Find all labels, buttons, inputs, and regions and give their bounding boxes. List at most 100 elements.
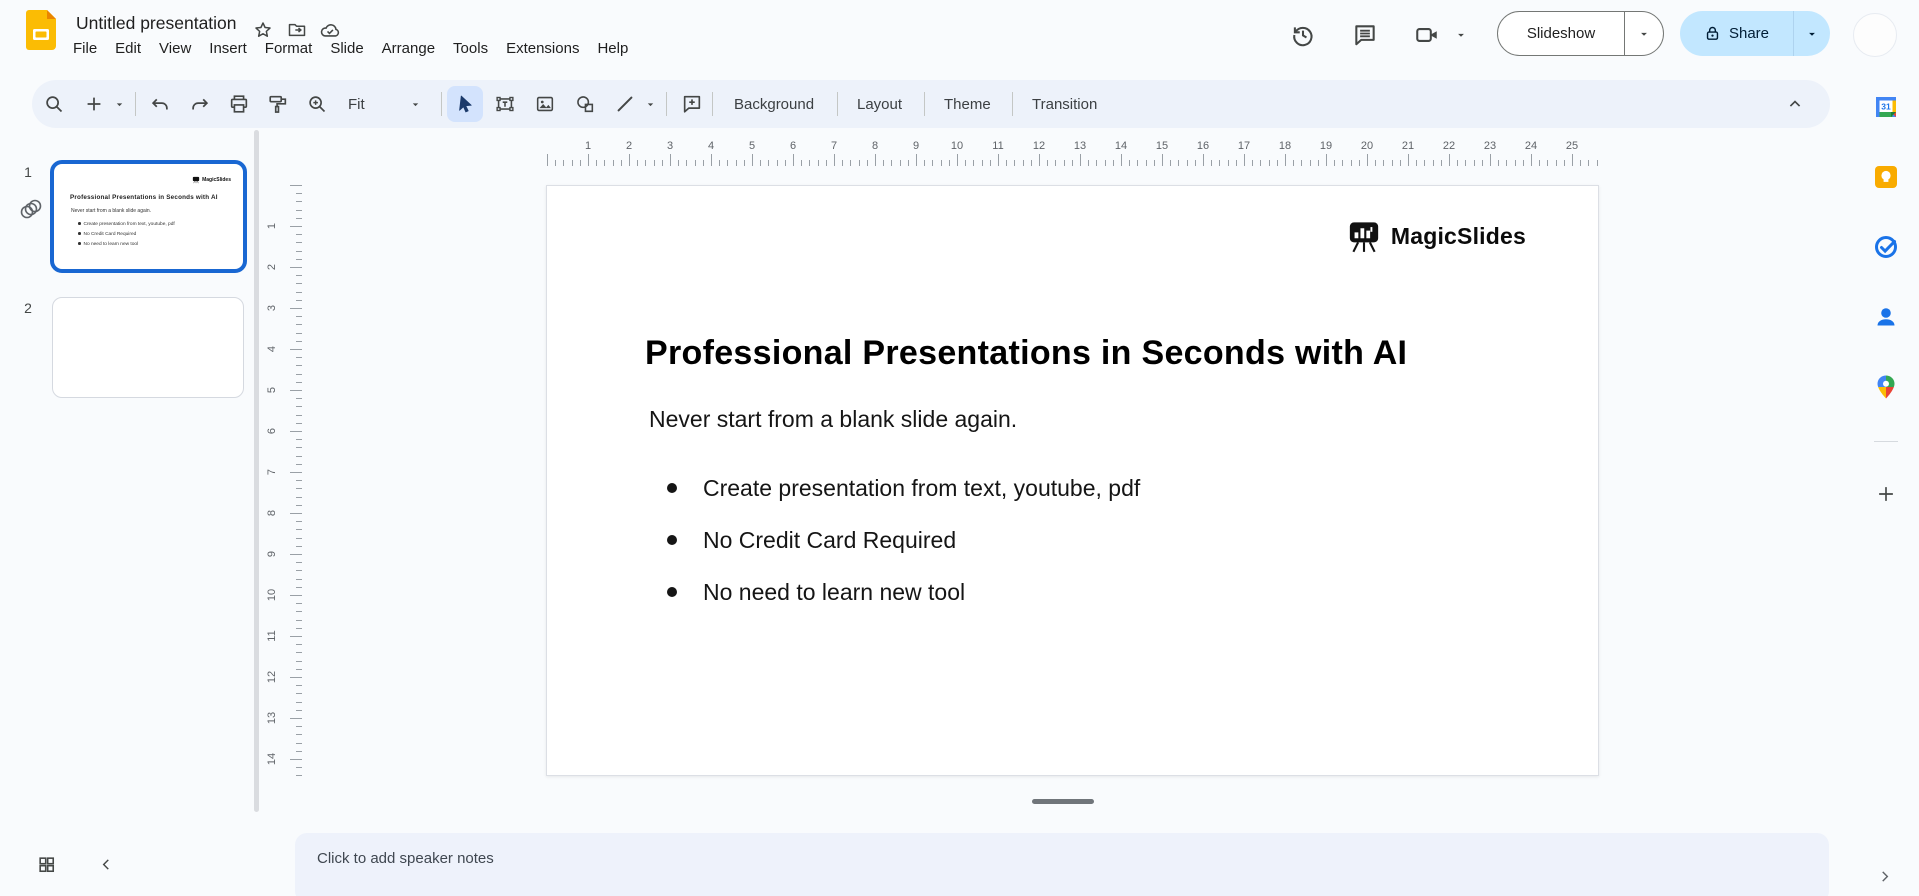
grid-view-icon[interactable] bbox=[28, 846, 64, 882]
paint-format-icon[interactable] bbox=[260, 86, 296, 122]
search-menus-icon[interactable] bbox=[36, 86, 72, 122]
maps-icon[interactable] bbox=[1873, 374, 1899, 400]
h-ruler-tick bbox=[1228, 160, 1229, 166]
slide-subtitle[interactable]: Never start from a blank slide again. bbox=[649, 406, 1017, 433]
slide-canvas[interactable]: MagicSlides Professional Presentations i… bbox=[546, 185, 1599, 776]
insert-comment-button[interactable] bbox=[674, 86, 710, 122]
h-ruler-tick bbox=[998, 154, 999, 166]
share-button[interactable]: Share bbox=[1680, 11, 1793, 56]
v-ruler-tick bbox=[296, 365, 302, 366]
keep-icon[interactable] bbox=[1873, 164, 1899, 190]
v-ruler-tick bbox=[296, 333, 302, 334]
slide-thumbnail-2[interactable] bbox=[52, 297, 244, 398]
menu-item-slide[interactable]: Slide bbox=[321, 36, 372, 61]
h-ruler-tick bbox=[932, 160, 933, 166]
v-ruler-tick bbox=[296, 374, 302, 375]
theme-button[interactable]: Theme bbox=[932, 86, 1003, 122]
h-ruler-number: 16 bbox=[1193, 140, 1213, 152]
speaker-notes-area[interactable]: Click to add speaker notes bbox=[295, 833, 1829, 896]
slideshow-button[interactable]: Slideshow bbox=[1498, 12, 1624, 55]
h-ruler-tick bbox=[637, 160, 638, 166]
version-history-icon[interactable] bbox=[1283, 15, 1323, 55]
menu-item-file[interactable]: File bbox=[64, 36, 106, 61]
bullet-item[interactable]: No need to learn new tool bbox=[667, 566, 1140, 618]
print-button[interactable] bbox=[221, 86, 257, 122]
h-ruler-tick bbox=[1506, 160, 1507, 166]
text-box-tool-icon[interactable] bbox=[487, 86, 523, 122]
menu-item-arrange[interactable]: Arrange bbox=[373, 36, 444, 61]
tasks-icon[interactable] bbox=[1873, 234, 1899, 260]
v-ruler-tick bbox=[290, 636, 302, 637]
thumb-bullet-item: No need to learn new tool bbox=[78, 240, 175, 250]
menu-item-insert[interactable]: Insert bbox=[200, 36, 256, 61]
bullet-item[interactable]: Create presentation from text, youtube, … bbox=[667, 462, 1140, 514]
layout-button[interactable]: Layout bbox=[845, 86, 914, 122]
show-side-panel-chevron-right-icon[interactable] bbox=[1866, 858, 1902, 894]
new-slide-button[interactable] bbox=[76, 86, 112, 122]
background-button[interactable]: Background bbox=[722, 86, 826, 122]
v-ruler-tick bbox=[296, 579, 302, 580]
menu-item-extensions[interactable]: Extensions bbox=[497, 36, 588, 61]
v-ruler-tick bbox=[296, 341, 302, 342]
v-ruler-tick bbox=[296, 669, 302, 670]
menu-item-format[interactable]: Format bbox=[256, 36, 322, 61]
v-ruler-tick bbox=[290, 718, 302, 719]
zoom-select[interactable]: Fit bbox=[334, 86, 430, 122]
undo-button[interactable] bbox=[142, 86, 178, 122]
calendar-icon[interactable]: 31 bbox=[1873, 94, 1899, 120]
meet-camera-icon[interactable] bbox=[1407, 15, 1447, 55]
slideshow-caret-icon[interactable] bbox=[1625, 12, 1663, 55]
redo-button[interactable] bbox=[182, 86, 218, 122]
h-ruler-tick bbox=[908, 160, 909, 166]
new-slide-caret-icon[interactable] bbox=[109, 86, 129, 122]
slide-1-number: 1 bbox=[16, 164, 40, 180]
transition-button[interactable]: Transition bbox=[1020, 86, 1109, 122]
line-caret-icon[interactable] bbox=[641, 86, 659, 122]
slide-brand-logo[interactable]: MagicSlides bbox=[1346, 220, 1526, 253]
menu-item-tools[interactable]: Tools bbox=[444, 36, 497, 61]
insert-image-icon[interactable] bbox=[527, 86, 563, 122]
h-ruler-tick bbox=[1178, 160, 1179, 166]
filmstrip-scrollbar[interactable] bbox=[254, 130, 259, 812]
toolbar-divider bbox=[135, 92, 136, 116]
share-caret-icon[interactable] bbox=[1794, 11, 1830, 56]
h-ruler-tick bbox=[1187, 160, 1188, 166]
v-ruler-tick bbox=[296, 447, 302, 448]
menu-item-help[interactable]: Help bbox=[588, 36, 637, 61]
h-ruler-tick bbox=[547, 154, 548, 166]
h-ruler-tick bbox=[1105, 160, 1106, 166]
menu-item-view[interactable]: View bbox=[150, 36, 200, 61]
bullet-item[interactable]: No Credit Card Required bbox=[667, 514, 1140, 566]
contacts-icon[interactable] bbox=[1873, 304, 1899, 330]
v-ruler-tick bbox=[296, 775, 302, 776]
comment-history-icon[interactable] bbox=[1345, 15, 1385, 55]
slide-thumbnail-1[interactable]: MagicSlides Professional Presentations i… bbox=[50, 160, 247, 273]
h-ruler-number: 11 bbox=[988, 140, 1008, 152]
h-ruler-tick bbox=[1219, 160, 1220, 166]
h-ruler-tick bbox=[1465, 160, 1466, 166]
hide-menus-chevron-up-icon[interactable] bbox=[1777, 86, 1813, 122]
zoom-in-icon[interactable] bbox=[299, 86, 335, 122]
h-ruler-tick bbox=[1580, 160, 1581, 166]
h-ruler-tick bbox=[1539, 160, 1540, 166]
insert-line-icon[interactable] bbox=[607, 86, 643, 122]
user-avatar[interactable] bbox=[1853, 13, 1897, 57]
h-ruler-tick bbox=[875, 154, 876, 166]
slides-logo-icon[interactable] bbox=[26, 10, 56, 50]
insert-shape-icon[interactable] bbox=[567, 86, 603, 122]
notes-resize-handle[interactable] bbox=[1032, 799, 1094, 804]
meet-caret-icon[interactable] bbox=[1448, 15, 1474, 55]
get-add-ons-plus-icon[interactable] bbox=[1872, 480, 1900, 508]
h-ruler-number: 23 bbox=[1480, 140, 1500, 152]
v-ruler-tick bbox=[296, 324, 302, 325]
document-title[interactable]: Untitled presentation bbox=[76, 13, 237, 34]
collapse-filmstrip-chevron-left-icon[interactable] bbox=[88, 846, 124, 882]
h-ruler-tick bbox=[924, 160, 925, 166]
v-ruler-tick bbox=[290, 431, 302, 432]
v-ruler-tick bbox=[296, 480, 302, 481]
select-tool-button[interactable] bbox=[447, 86, 483, 122]
slide-title[interactable]: Professional Presentations in Seconds wi… bbox=[645, 334, 1407, 373]
h-ruler-tick bbox=[1359, 160, 1360, 166]
menu-item-edit[interactable]: Edit bbox=[106, 36, 150, 61]
slide-bullet-list[interactable]: Create presentation from text, youtube, … bbox=[667, 462, 1140, 618]
